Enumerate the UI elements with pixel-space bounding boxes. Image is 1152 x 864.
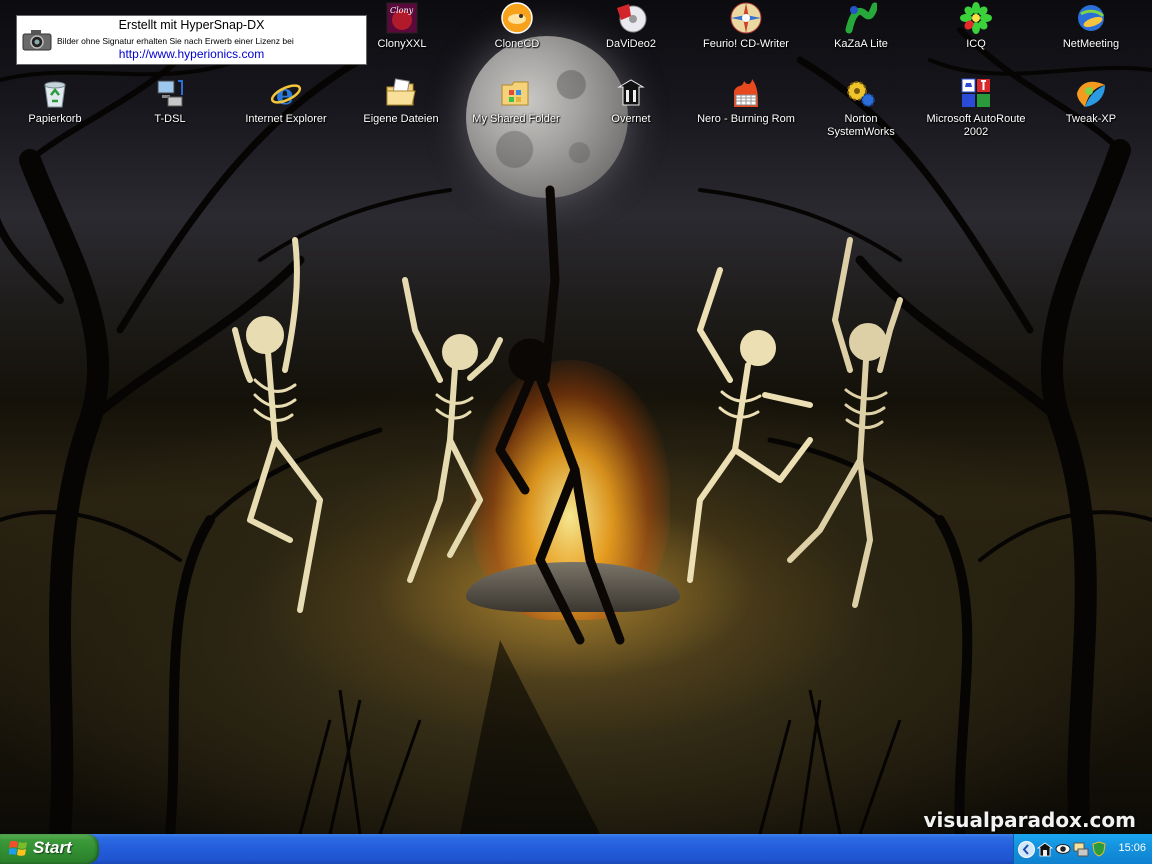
tray-app-icon[interactable] <box>1037 841 1053 857</box>
tweak-xp-icon <box>1077 81 1105 107</box>
icq-flower-icon <box>960 2 992 34</box>
desktop-icon-autoroute[interactable]: Microsoft AutoRoute 2002 <box>926 77 1026 139</box>
desktop-icon-internet-explorer[interactable]: e Internet Explorer <box>236 77 336 126</box>
tray-eye-icon[interactable] <box>1055 841 1071 857</box>
desktop-icon-nero[interactable]: Nero - Burning Rom <box>696 77 796 126</box>
recycle-bin-icon <box>44 81 66 108</box>
tray-network-icon[interactable] <box>1073 841 1089 857</box>
hypersnap-notice-text: Bilder ohne Signatur erhalten Sie nach E… <box>57 36 294 46</box>
desktop-icon-clonecd[interactable]: CloneCD <box>467 2 567 51</box>
skeleton-right <box>787 237 903 608</box>
desktop-icon-overnet[interactable]: Overnet <box>581 77 681 126</box>
netmeeting-icon <box>1078 5 1105 31</box>
desktop-icon-papierkorb[interactable]: Papierkorb <box>5 77 105 126</box>
tray-shield-icon[interactable] <box>1091 841 1107 857</box>
taskbar-clock[interactable]: 15:06 <box>1118 842 1146 854</box>
desktop-icon-icq[interactable]: ICQ <box>926 2 1026 51</box>
hypersnap-url-link[interactable]: http://www.hyperionics.com <box>17 47 366 61</box>
desktop-icon-t-dsl[interactable]: T-DSL <box>120 77 220 126</box>
windows-logo-icon <box>9 840 27 856</box>
davideo-icon <box>617 4 647 33</box>
my-documents-folder-icon <box>386 78 416 106</box>
kazaa-icon <box>845 2 877 34</box>
svg-text:e: e <box>276 78 294 109</box>
desktop-icon-feurio[interactable]: Feurio! CD-Writer <box>696 2 796 51</box>
skeleton-center-silhouette <box>495 185 625 645</box>
show-hidden-icons-chevron[interactable] <box>1018 841 1035 858</box>
clonecd-icon <box>501 2 533 34</box>
autoroute-icon <box>961 78 990 107</box>
desktop-icon-norton-systemworks[interactable]: Norton SystemWorks <box>811 77 911 139</box>
norton-icon <box>847 81 875 107</box>
start-button[interactable]: Start <box>0 834 99 864</box>
hypersnap-notice: Erstellt mit HyperSnap-DX Bilder ohne Si… <box>16 15 367 65</box>
feurio-icon <box>730 2 762 34</box>
desktop-icon-davideo2[interactable]: DaViDeo2 <box>581 2 681 51</box>
network-computer-icon <box>157 80 183 107</box>
skeleton-right-center <box>687 267 813 583</box>
system-tray: 15:06 <box>1013 834 1152 864</box>
skeleton-left-center <box>402 277 503 583</box>
desktop-icon-eigene-dateien[interactable]: Eigene Dateien <box>351 77 451 126</box>
nero-icon <box>734 79 758 107</box>
desktop-icon-kazaa[interactable]: KaZaA Lite <box>811 2 911 51</box>
taskbar: Start 15:06 <box>0 834 1152 864</box>
clony-icon: Clony <box>386 2 418 34</box>
internet-explorer-icon: e <box>270 78 302 109</box>
desktop-icon-clonyxxl[interactable]: Clony ClonyXXL <box>352 2 452 51</box>
hypersnap-title: Erstellt mit HyperSnap-DX <box>118 18 265 32</box>
desktop-icon-netmeeting[interactable]: NetMeeting <box>1041 2 1141 51</box>
overnet-icon <box>617 79 645 106</box>
desktop-icon-my-shared-folder[interactable]: My Shared Folder <box>466 77 566 126</box>
wallpaper-watermark: visualparadox.com <box>923 808 1136 832</box>
skeleton-left <box>232 237 323 613</box>
desktop-icon-tweak-xp[interactable]: Tweak-XP <box>1041 77 1141 126</box>
svg-text:Clony: Clony <box>390 6 414 15</box>
start-label: Start <box>33 838 72 857</box>
shared-folder-icon <box>501 81 529 106</box>
